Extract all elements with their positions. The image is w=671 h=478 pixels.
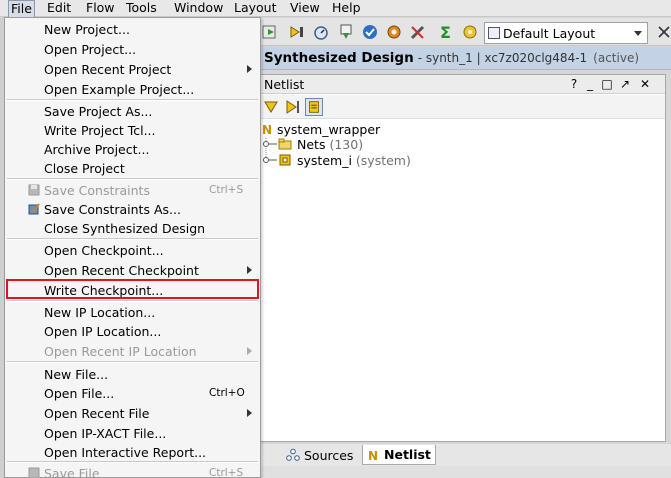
nets-count: (130) bbox=[329, 137, 364, 152]
status-strip bbox=[260, 466, 671, 478]
layout-icon bbox=[488, 27, 500, 39]
menu-flow[interactable]: Flow bbox=[86, 0, 115, 17]
tree-node-nets[interactable]: Nets (130) bbox=[297, 137, 363, 152]
timer-icon[interactable] bbox=[311, 22, 331, 42]
menu-separator bbox=[7, 361, 258, 363]
tab-netlist[interactable]: N Netlist bbox=[362, 445, 436, 465]
settings-gear-icon[interactable] bbox=[384, 22, 404, 42]
save-file-icon bbox=[28, 467, 40, 478]
menu-view[interactable]: View bbox=[290, 0, 320, 17]
menu-item-new-ip-location[interactable]: New IP Location... bbox=[5, 302, 260, 322]
layout-select-value: Default Layout bbox=[503, 25, 596, 41]
tab-sources-label: Sources bbox=[304, 447, 354, 463]
design-title: Synthesized Design bbox=[264, 50, 414, 66]
menu-item-open-project[interactable]: Open Project... bbox=[5, 39, 260, 59]
menu-item-save-file[interactable]: Save File Ctrl+S bbox=[5, 463, 260, 478]
menu-item-new-project[interactable]: New Project... bbox=[5, 19, 260, 39]
menu-file[interactable]: File bbox=[8, 0, 35, 17]
netlist-title: Netlist bbox=[264, 77, 305, 92]
save-icon bbox=[28, 184, 40, 196]
menu-item-open-interactive-report[interactable]: Open Interactive Report... bbox=[5, 442, 260, 462]
svg-text:N: N bbox=[262, 123, 272, 136]
layout-select[interactable]: Default Layout bbox=[484, 22, 648, 44]
menu-item-open-checkpoint[interactable]: Open Checkpoint... bbox=[5, 240, 260, 260]
chevron-down-icon bbox=[634, 31, 642, 36]
menu-edit[interactable]: Edit bbox=[47, 0, 71, 17]
sigma-icon[interactable]: Σ bbox=[436, 22, 456, 42]
write-checkpoint-highlight bbox=[6, 279, 259, 299]
file-menu-dropdown: New Project... Open Project... Open Rece… bbox=[4, 17, 261, 478]
tree-root-system-wrapper[interactable]: system_wrapper bbox=[277, 122, 380, 137]
menu-item-archive-project[interactable]: Archive Project... bbox=[5, 139, 260, 159]
menu-item-save-constraints-as[interactable]: Save Constraints As... bbox=[5, 199, 260, 219]
close-layout-icon[interactable] bbox=[657, 24, 671, 40]
bottom-tab-bar: Sources N Netlist bbox=[260, 444, 671, 466]
netlist-tab-icon: N bbox=[368, 449, 378, 462]
tab-netlist-label: Netlist bbox=[384, 447, 431, 462]
menu-item-save-project-as[interactable]: Save Project As... bbox=[5, 101, 260, 121]
design-header: Synthesized Design - synth_1 | xc7z020cl… bbox=[260, 47, 671, 70]
menu-item-close-project[interactable]: Close Project bbox=[5, 158, 260, 178]
netlist-title-bar: Netlist ? _ □ ↗ ✕ bbox=[261, 75, 665, 94]
wrench-icon[interactable] bbox=[408, 22, 428, 42]
gear-wrench-icon[interactable] bbox=[460, 22, 480, 42]
menu-item-open-recent-ip-location[interactable]: Open Recent IP Location bbox=[5, 341, 260, 361]
menu-help[interactable]: Help bbox=[332, 0, 361, 17]
menu-item-open-ip-location[interactable]: Open IP Location... bbox=[5, 321, 260, 341]
menu-item-open-file[interactable]: Open File... Ctrl+O bbox=[5, 383, 260, 403]
sources-icon bbox=[286, 448, 300, 461]
netlist-panel: Netlist ? _ □ ↗ ✕ N system_wrapper Nets … bbox=[260, 74, 666, 442]
close-icon[interactable]: ✕ bbox=[638, 77, 652, 91]
main-toolbar: Σ Default Layout bbox=[260, 18, 671, 46]
save-as-icon bbox=[28, 203, 40, 215]
run-icon[interactable] bbox=[260, 22, 280, 42]
menu-item-open-recent-project[interactable]: Open Recent Project bbox=[5, 59, 260, 79]
check-icon[interactable] bbox=[360, 22, 380, 42]
submenu-arrow-icon bbox=[247, 266, 252, 274]
menu-window[interactable]: Window bbox=[174, 0, 223, 17]
cell-icon bbox=[279, 154, 291, 166]
maximize-icon[interactable]: □ bbox=[600, 77, 614, 91]
submenu-arrow-icon bbox=[247, 409, 252, 417]
svg-text:N: N bbox=[368, 449, 378, 462]
netlist-root-icon: N bbox=[262, 123, 272, 136]
netlist-toolbar bbox=[261, 95, 665, 119]
show-hierarchy-icon[interactable] bbox=[305, 98, 323, 116]
design-status: (active) bbox=[593, 51, 640, 65]
collapse-all-icon[interactable] bbox=[262, 98, 280, 116]
menu-item-save-constraints[interactable]: Save Constraints Ctrl+S bbox=[5, 180, 260, 200]
minimize-icon[interactable]: _ bbox=[583, 77, 597, 91]
menu-item-open-recent-file[interactable]: Open Recent File bbox=[5, 403, 260, 423]
menu-bar: File Edit Flow Tools Window Layout View … bbox=[0, 0, 671, 17]
tree-node-system-i[interactable]: system_i (system) bbox=[297, 153, 411, 168]
submenu-arrow-icon bbox=[247, 65, 252, 73]
tab-sources[interactable]: Sources bbox=[282, 445, 357, 465]
menu-item-open-recent-checkpoint[interactable]: Open Recent Checkpoint bbox=[5, 260, 260, 280]
menu-tools[interactable]: Tools bbox=[126, 0, 157, 17]
nets-label: Nets bbox=[297, 137, 326, 152]
expand-all-icon[interactable] bbox=[284, 98, 302, 116]
menu-item-open-example-project[interactable]: Open Example Project... bbox=[5, 79, 260, 99]
system-i-label: system_i bbox=[297, 153, 352, 168]
menu-layout[interactable]: Layout bbox=[234, 0, 277, 17]
download-icon[interactable] bbox=[336, 22, 356, 42]
submenu-arrow-icon bbox=[247, 347, 252, 355]
menu-item-new-file[interactable]: New File... bbox=[5, 364, 260, 384]
menu-item-open-ip-xact-file[interactable]: Open IP-XACT File... bbox=[5, 423, 260, 443]
help-icon[interactable]: ? bbox=[567, 77, 581, 91]
bitstream-icon[interactable] bbox=[287, 22, 307, 42]
float-icon[interactable]: ↗ bbox=[618, 77, 632, 91]
menu-item-close-synthesized-design[interactable]: Close Synthesized Design bbox=[5, 218, 260, 238]
menu-item-write-project-tcl[interactable]: Write Project Tcl... bbox=[5, 120, 260, 140]
system-i-detail: (system) bbox=[355, 153, 411, 168]
design-run-info: - synth_1 | xc7z020clg484-1 bbox=[417, 51, 588, 65]
folder-icon bbox=[278, 138, 292, 150]
svg-text:Σ: Σ bbox=[440, 23, 451, 41]
